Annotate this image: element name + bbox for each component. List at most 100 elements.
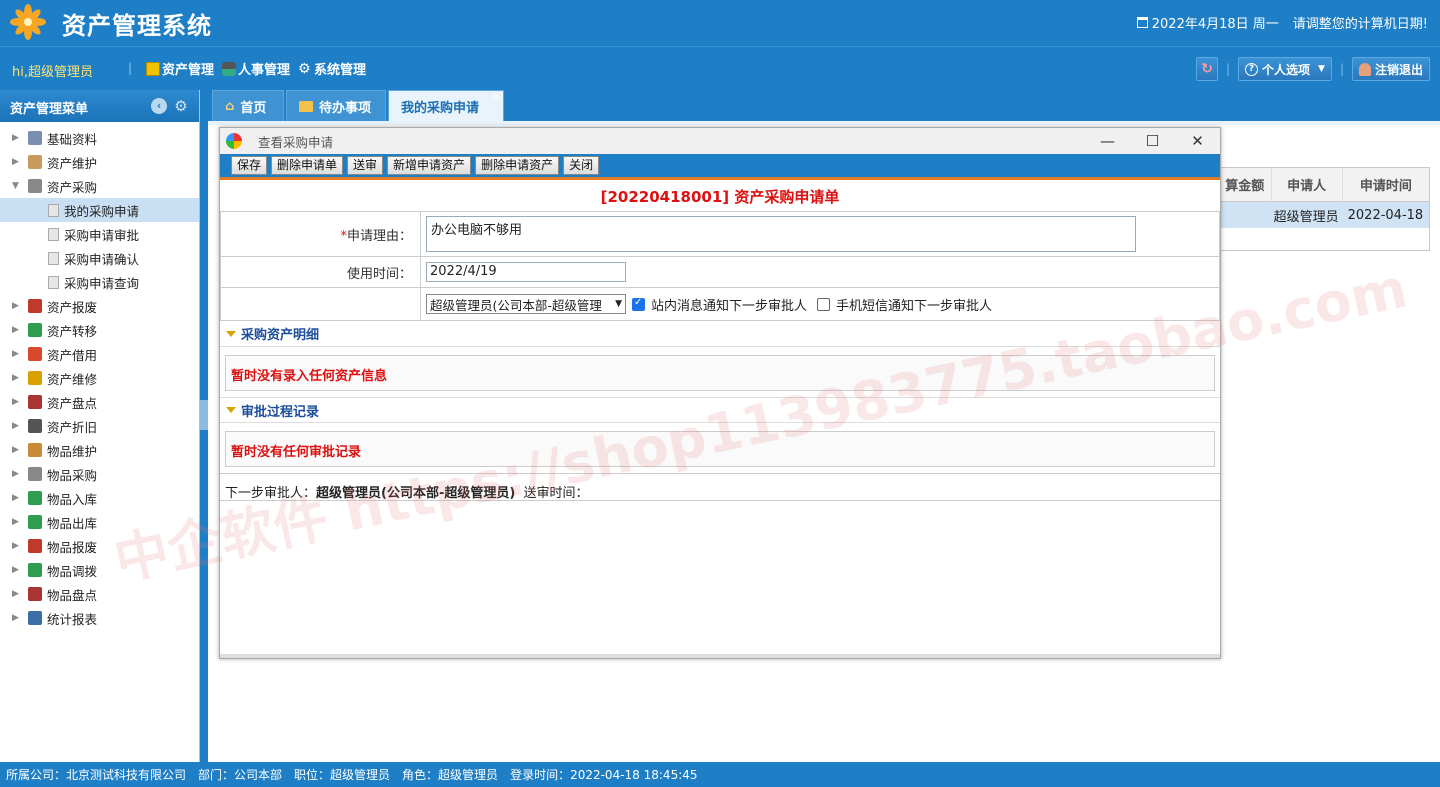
window-titlebar[interactable]: 查看采购申请 — ☐ ✕ <box>220 128 1220 154</box>
chevron-right-icon[interactable]: ▶ <box>12 349 22 359</box>
maximize-icon[interactable]: ☐ <box>1130 128 1175 154</box>
tool-divider: | <box>1225 62 1230 76</box>
calendar-icon <box>1136 17 1148 28</box>
chevron-right-icon[interactable]: ▶ <box>12 373 22 383</box>
notify-sms-label: 手机短信通知下一步审批人 <box>836 298 993 314</box>
tool-divider: | <box>1339 62 1344 76</box>
sidebar-item[interactable]: ▶ 物品入库 <box>0 486 199 510</box>
sidebar-item-label: 资产折旧 <box>47 419 98 435</box>
user-greeting: hi,超级管理员 <box>12 65 93 80</box>
sidebar-item[interactable]: ▶ 统计报表 <box>0 606 199 630</box>
section-approval-records[interactable]: 审批过程记录 <box>220 397 1220 423</box>
minimize-icon[interactable]: — <box>1085 128 1130 154</box>
gear-icon: ⚙ <box>298 60 311 77</box>
chevron-right-icon[interactable]: ▶ <box>12 613 22 623</box>
sidebar-item[interactable]: ▶ 资产转移 <box>0 318 199 342</box>
sidebar-subitem[interactable]: 采购申请确认 <box>0 246 199 270</box>
module-icon <box>28 587 42 601</box>
delete-asset-button[interactable]: 删除申请资产 <box>475 156 560 175</box>
chevron-right-icon[interactable]: ▶ <box>12 565 22 575</box>
sidebar-splitter[interactable] <box>200 400 208 430</box>
notify-site-label: 站内消息通知下一步审批人 <box>651 298 808 314</box>
close-icon[interactable]: ✕ <box>1175 128 1220 154</box>
sidebar-item[interactable]: ▶ 资产维护 <box>0 150 199 174</box>
add-asset-button[interactable]: 新增申请资产 <box>387 156 472 175</box>
chevron-down-icon[interactable]: ▼ <box>12 181 22 191</box>
chevron-right-icon[interactable]: ▶ <box>12 517 22 527</box>
top-menu: 资产管理 人事管理 ⚙ 系统管理 <box>146 59 366 78</box>
sidebar-item-label: 资产转移 <box>47 323 98 339</box>
chevron-right-icon[interactable]: ▶ <box>12 301 22 311</box>
close-icon[interactable]: ✕ <box>492 92 500 103</box>
approver-select[interactable]: 超级管理员(公司本部-超级管理 ▼ <box>426 294 626 314</box>
grid-header[interactable]: 申请人 <box>1270 168 1342 201</box>
module-icon <box>28 515 42 529</box>
chevron-right-icon[interactable]: ▶ <box>12 397 22 407</box>
chevron-right-icon[interactable]: ▶ <box>12 421 22 431</box>
chevron-right-icon[interactable]: ▶ <box>12 157 22 167</box>
refresh-button[interactable]: ↻ <box>1196 57 1218 81</box>
reason-label-text: 申请理由： <box>346 228 412 244</box>
module-icon <box>28 299 42 313</box>
chevron-right-icon[interactable]: ▶ <box>12 445 22 455</box>
sidebar-item[interactable]: ▶ 物品出库 <box>0 510 199 534</box>
sidebar-subitem[interactable]: 采购申请查询 <box>0 270 199 294</box>
sidebar-title: 资产管理菜单 <box>10 102 89 117</box>
sidebar-item[interactable]: ▶ 资产盘点 <box>0 390 199 414</box>
close-button[interactable]: 关闭 <box>563 156 600 175</box>
next-approver-label: 下一步审批人： <box>225 486 317 501</box>
submit-review-button[interactable]: 送审 <box>347 156 384 175</box>
sidebar-item[interactable]: ▶ 基础资料 <box>0 126 199 150</box>
gear-icon[interactable]: ⚙ <box>173 98 189 114</box>
module-icon <box>28 419 42 433</box>
chevron-right-icon[interactable]: ▶ <box>12 133 22 143</box>
sidebar: 资产管理菜单 ‹ ⚙ ▶ 基础资料 ▶ 资产维护 ▼ 资产采购 我的采购申请 采购申请审批 采购… <box>0 90 200 762</box>
sidebar-item[interactable]: ▶ 资产报废 <box>0 294 199 318</box>
sidebar-subitem[interactable]: 我的采购申请 <box>0 198 199 222</box>
tab-my-purchase-requests[interactable]: 我的采购申请 ✕ <box>388 90 504 123</box>
chevron-right-icon[interactable]: ▶ <box>12 541 22 551</box>
chevron-right-icon[interactable]: ▶ <box>12 589 22 599</box>
sidebar-item[interactable]: ▶ 资产借用 <box>0 342 199 366</box>
sidebar-item[interactable]: ▶ 资产维修 <box>0 366 199 390</box>
sidebar-item[interactable]: ▶ 物品盘点 <box>0 582 199 606</box>
status-login-time: 登录时间：2022-04-18 18:45:45 <box>510 768 698 782</box>
date-notice[interactable]: 请调整您的计算机日期! <box>1293 13 1428 32</box>
sidebar-item-label: 采购申请查询 <box>64 275 140 291</box>
sidebar-item[interactable]: ▶ 物品调拨 <box>0 558 199 582</box>
chevron-right-icon[interactable]: ▶ <box>12 493 22 503</box>
sidebar-item[interactable]: ▶ 物品采购 <box>0 462 199 486</box>
chevron-right-icon[interactable]: ▶ <box>12 469 22 479</box>
notify-sms-checkbox[interactable] <box>817 297 831 311</box>
chevron-right-icon[interactable]: ▶ <box>12 325 22 335</box>
grid-header[interactable]: 算金额 <box>1219 168 1271 201</box>
personal-options-button[interactable]: ? 个人选项 ▼ <box>1238 57 1332 81</box>
section-purchase-assets[interactable]: 采购资产明细 <box>220 321 1220 347</box>
notify-site-checkbox[interactable] <box>632 297 645 311</box>
delete-request-button[interactable]: 删除申请单 <box>271 156 344 175</box>
sidebar-subitem[interactable]: 采购申请审批 <box>0 222 199 246</box>
browser-logo-icon <box>226 133 242 149</box>
menu-hr-management[interactable]: 人事管理 <box>222 59 290 78</box>
sidebar-item[interactable]: ▶ 物品维护 <box>0 438 199 462</box>
save-button[interactable]: 保存 <box>231 156 268 175</box>
logout-button[interactable]: 注销退出 <box>1351 57 1430 81</box>
sidebar-item[interactable]: ▼ 资产采购 <box>0 174 199 198</box>
module-icon <box>28 611 42 625</box>
tab-todo[interactable]: 待办事项 <box>286 90 386 123</box>
window-title: 查看采购申请 <box>258 134 334 150</box>
sidebar-item[interactable]: ▶ 资产折旧 <box>0 414 199 438</box>
section-title: 采购资产明细 <box>241 328 320 343</box>
sidebar-item[interactable]: ▶ 物品报废 <box>0 534 199 558</box>
tab-home[interactable]: ⌂ 首页 <box>212 90 284 123</box>
reason-textarea[interactable]: 办公电脑不够用 <box>426 216 1136 252</box>
menu-system-management[interactable]: ⚙ 系统管理 <box>298 59 366 79</box>
table-row[interactable]: 超级管理员 2022-04-18 <box>1219 202 1429 228</box>
grid-header[interactable]: 申请时间 <box>1341 168 1429 201</box>
module-icon <box>28 131 42 145</box>
collapse-icon[interactable]: ‹ <box>151 98 167 114</box>
use-time-input[interactable]: 2022/4/19 <box>426 262 626 282</box>
sidebar-item-label: 我的采购申请 <box>64 203 140 219</box>
page-icon <box>48 275 59 289</box>
menu-asset-management[interactable]: 资产管理 <box>146 59 214 78</box>
